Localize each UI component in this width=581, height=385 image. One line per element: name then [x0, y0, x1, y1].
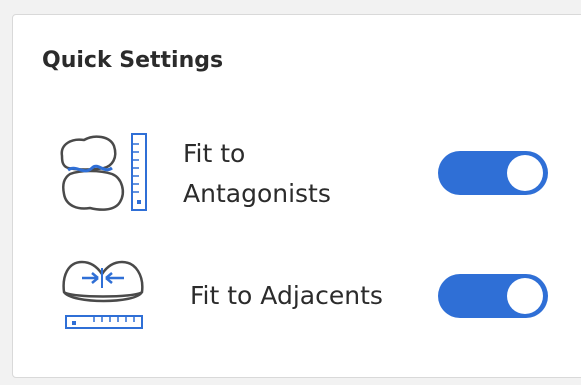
fit-to-adjacents-label: Fit to Adjacents: [190, 281, 383, 310]
quick-settings-title: Quick Settings: [42, 48, 224, 73]
fit-to-antagonists-label-line1: Fit to: [183, 139, 246, 168]
toggle-knob: [507, 278, 543, 314]
antagonists-icon: [54, 130, 154, 214]
fit-to-antagonists-label: Fit to Antagonists: [183, 134, 331, 214]
fit-to-antagonists-label-line2: Antagonists: [183, 179, 331, 208]
adjacents-icon: [60, 256, 154, 336]
fit-to-antagonists-toggle[interactable]: [438, 151, 548, 195]
fit-to-adjacents-toggle[interactable]: [438, 274, 548, 318]
toggle-knob: [507, 155, 543, 191]
